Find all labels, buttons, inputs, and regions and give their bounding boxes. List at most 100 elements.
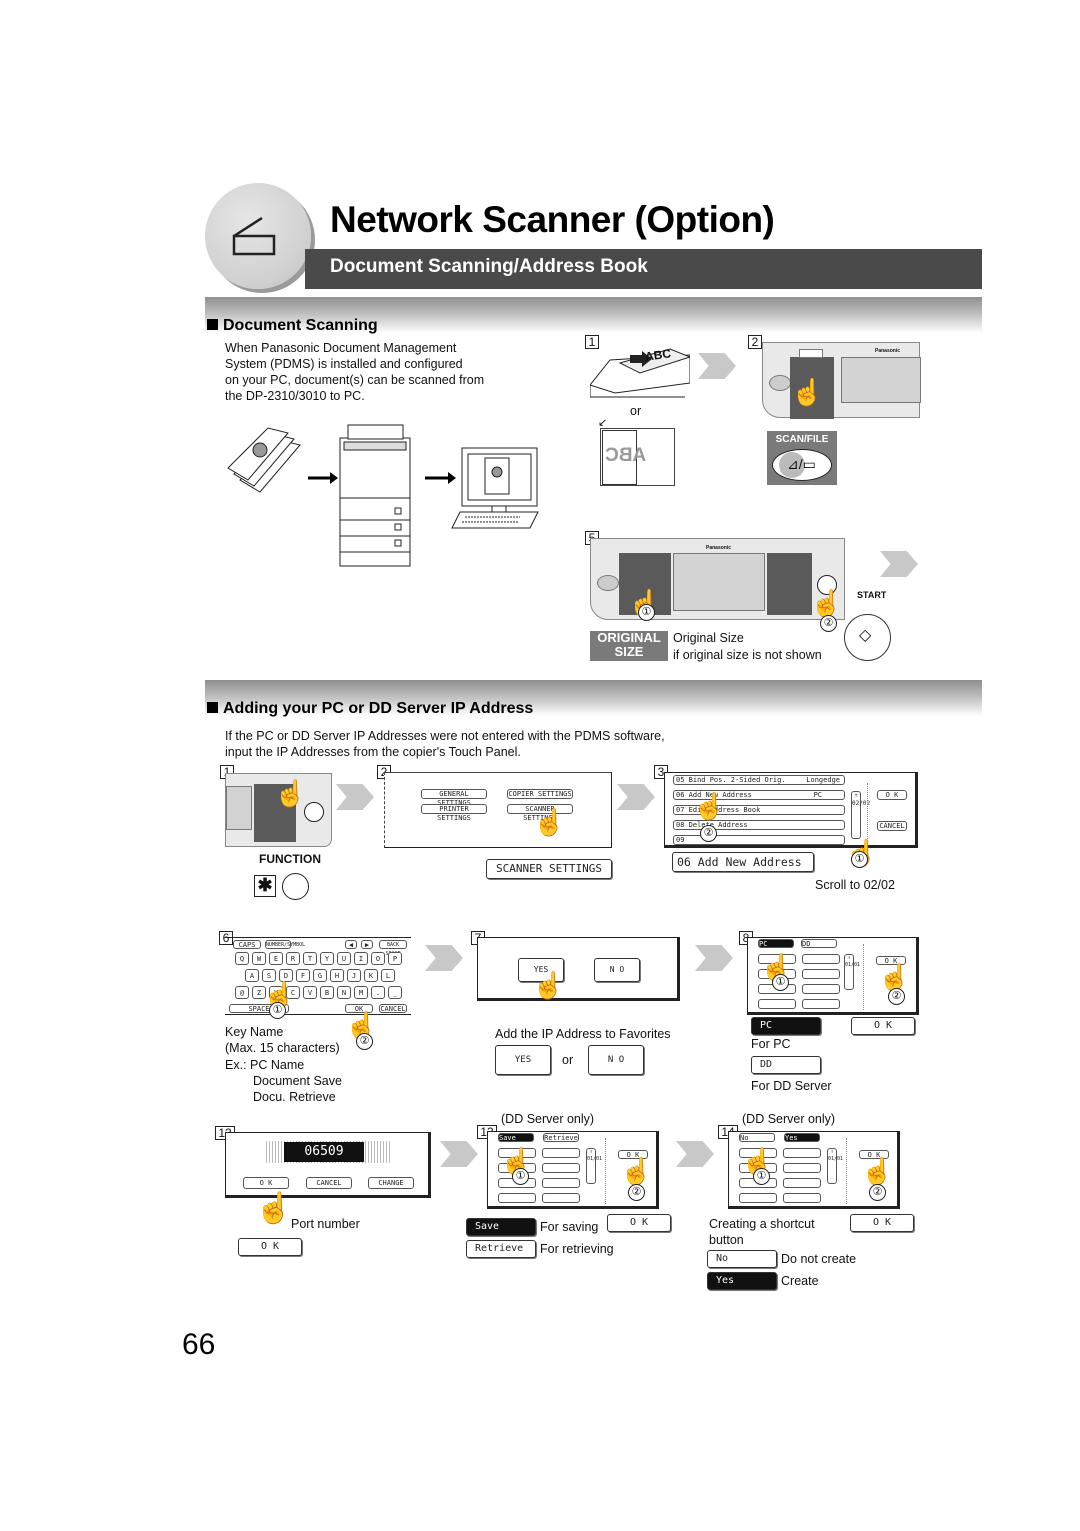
- address-slot[interactable]: [498, 1193, 536, 1203]
- save-button[interactable]: Save: [466, 1218, 536, 1236]
- scroll-control[interactable]: ↑ 01/01: [844, 954, 860, 990]
- address-slot[interactable]: [542, 1148, 580, 1158]
- number-symbol-key[interactable]: NUMBER/SYMBOL: [265, 940, 305, 949]
- settings-row[interactable]: 09: [673, 835, 845, 845]
- printer-settings-button[interactable]: PRINTER SETTINGS: [421, 804, 487, 822]
- no-button-sample[interactable]: N O: [588, 1045, 644, 1075]
- section-title-document-scanning: Document Scanning: [207, 317, 378, 335]
- address-slot[interactable]: [542, 1193, 580, 1203]
- scan-file-key[interactable]: SCAN/FILE ⊿/▭: [767, 431, 837, 485]
- start-key[interactable]: [304, 802, 324, 822]
- next-step-chevron: [695, 945, 733, 971]
- save-tab[interactable]: Save: [498, 1133, 534, 1142]
- keyboard-key[interactable]: T: [303, 952, 317, 965]
- scroll-control[interactable]: ↑ 01/01: [586, 1148, 602, 1184]
- address-slot[interactable]: [542, 1178, 580, 1188]
- cancel-button[interactable]: CANCEL: [877, 821, 907, 831]
- keyboard-key[interactable]: V: [303, 986, 317, 999]
- start-button[interactable]: ◇: [844, 614, 891, 661]
- cursor-right-key[interactable]: ▶: [361, 940, 373, 949]
- yes-button-sample[interactable]: YES: [495, 1045, 551, 1075]
- address-slot[interactable]: [542, 1163, 580, 1173]
- keyboard-key[interactable]: Q: [235, 952, 249, 965]
- scroll-control[interactable]: ↑ 01/01: [827, 1148, 843, 1184]
- address-slot[interactable]: [783, 1193, 821, 1203]
- keyboard-key[interactable]: H: [330, 969, 344, 982]
- address-slot[interactable]: [739, 1193, 777, 1203]
- ok-button-sample[interactable]: O K: [607, 1214, 671, 1232]
- backspace-key[interactable]: BACK SPACE: [379, 940, 407, 957]
- dd-button[interactable]: DD: [751, 1056, 821, 1074]
- keyboard-key[interactable]: L: [381, 969, 395, 982]
- function-button[interactable]: [282, 873, 309, 900]
- pc-tab[interactable]: PC: [758, 939, 794, 948]
- settings-row[interactable]: 05 Bind Pos. 2-Sided Orig. Longedge: [673, 775, 845, 785]
- port-number-field[interactable]: 06509: [284, 1142, 364, 1162]
- power-button[interactable]: [769, 375, 791, 391]
- keyboard-key[interactable]: @: [235, 986, 249, 999]
- add-new-address-callout[interactable]: 06 Add New Address: [672, 852, 814, 872]
- step-number: 2: [748, 335, 762, 349]
- address-slot[interactable]: [783, 1163, 821, 1173]
- original-size-key[interactable]: ORIGINAL SIZE: [590, 631, 668, 661]
- keyboard-key[interactable]: N: [337, 986, 351, 999]
- power-button[interactable]: [597, 575, 619, 591]
- no-tab[interactable]: No: [739, 1133, 775, 1142]
- cancel-button[interactable]: CANCEL: [306, 1177, 352, 1189]
- address-slot[interactable]: [802, 984, 840, 994]
- yes-button[interactable]: Yes: [707, 1272, 777, 1290]
- keyboard-key[interactable]: J: [347, 969, 361, 982]
- no-button[interactable]: No: [707, 1250, 777, 1268]
- keyboard-key[interactable]: B: [320, 986, 334, 999]
- address-slot[interactable]: [783, 1178, 821, 1188]
- keyboard-key[interactable]: K: [364, 969, 378, 982]
- change-button[interactable]: CHANGE: [368, 1177, 414, 1189]
- keyboard-key[interactable]: M: [354, 986, 368, 999]
- keyboard-key[interactable]: .: [371, 986, 385, 999]
- ok-button[interactable]: O K: [877, 790, 907, 800]
- cancel-key[interactable]: CANCEL: [379, 1004, 407, 1013]
- yes-tab[interactable]: Yes: [784, 1133, 820, 1142]
- document-scanning-description: When Panasonic Document Management Syste…: [225, 341, 485, 403]
- general-settings-button[interactable]: GENERAL SETTINGS: [421, 789, 487, 807]
- keyboard-key[interactable]: I: [354, 952, 368, 965]
- keyboard-key[interactable]: E: [269, 952, 283, 965]
- keyboard-key[interactable]: F: [296, 969, 310, 982]
- copier-settings-button[interactable]: COPIER SETTINGS: [507, 789, 573, 799]
- caps-key[interactable]: CAPS: [233, 940, 261, 949]
- function-key-icon[interactable]: ✱: [254, 875, 276, 897]
- keyboard-key[interactable]: Y: [320, 952, 334, 965]
- retrieve-tab[interactable]: Retrieve: [543, 1133, 579, 1142]
- shortcut-screen: No Yes ↑ 01/01 O K ☝ ① ☝ ②: [728, 1131, 900, 1209]
- retrieve-button[interactable]: Retrieve: [466, 1240, 536, 1258]
- keyboard-key[interactable]: U: [337, 952, 351, 965]
- keyboard-key[interactable]: W: [252, 952, 266, 965]
- keyboard-key[interactable]: P: [388, 952, 402, 965]
- dd-server-note: (DD Server only): [742, 1112, 836, 1126]
- settings-row[interactable]: 08 Delete Address: [673, 820, 845, 830]
- next-step-chevron: [676, 1141, 714, 1167]
- address-slot[interactable]: [758, 999, 796, 1009]
- keyboard-key[interactable]: _: [388, 986, 402, 999]
- ok-button-sample[interactable]: O K: [850, 1214, 914, 1232]
- scanner-settings-callout[interactable]: SCANNER SETTINGS: [486, 859, 612, 879]
- ok-button-sample[interactable]: O K: [238, 1238, 302, 1256]
- keyboard-key[interactable]: R: [286, 952, 300, 965]
- scroll-control[interactable]: ↑ 02/02: [851, 791, 870, 839]
- address-slot[interactable]: [802, 969, 840, 979]
- yes-caption: Create: [781, 1274, 819, 1288]
- address-slot[interactable]: [783, 1148, 821, 1158]
- address-slot[interactable]: [802, 999, 840, 1009]
- copier-icon: [339, 424, 411, 567]
- ok-button-sample[interactable]: O K: [851, 1017, 915, 1035]
- address-slot[interactable]: [802, 954, 840, 964]
- no-button[interactable]: N O: [594, 958, 640, 982]
- pc-button[interactable]: PC: [751, 1017, 821, 1035]
- keyboard-key[interactable]: O: [371, 952, 385, 965]
- keyboard-key[interactable]: G: [313, 969, 327, 982]
- ok-button[interactable]: O K: [243, 1177, 289, 1189]
- cursor-left-key[interactable]: ◀: [345, 940, 357, 949]
- page-subtitle: Document Scanning/Address Book: [330, 256, 648, 277]
- dd-tab[interactable]: DD: [801, 939, 837, 948]
- keyboard-key[interactable]: A: [245, 969, 259, 982]
